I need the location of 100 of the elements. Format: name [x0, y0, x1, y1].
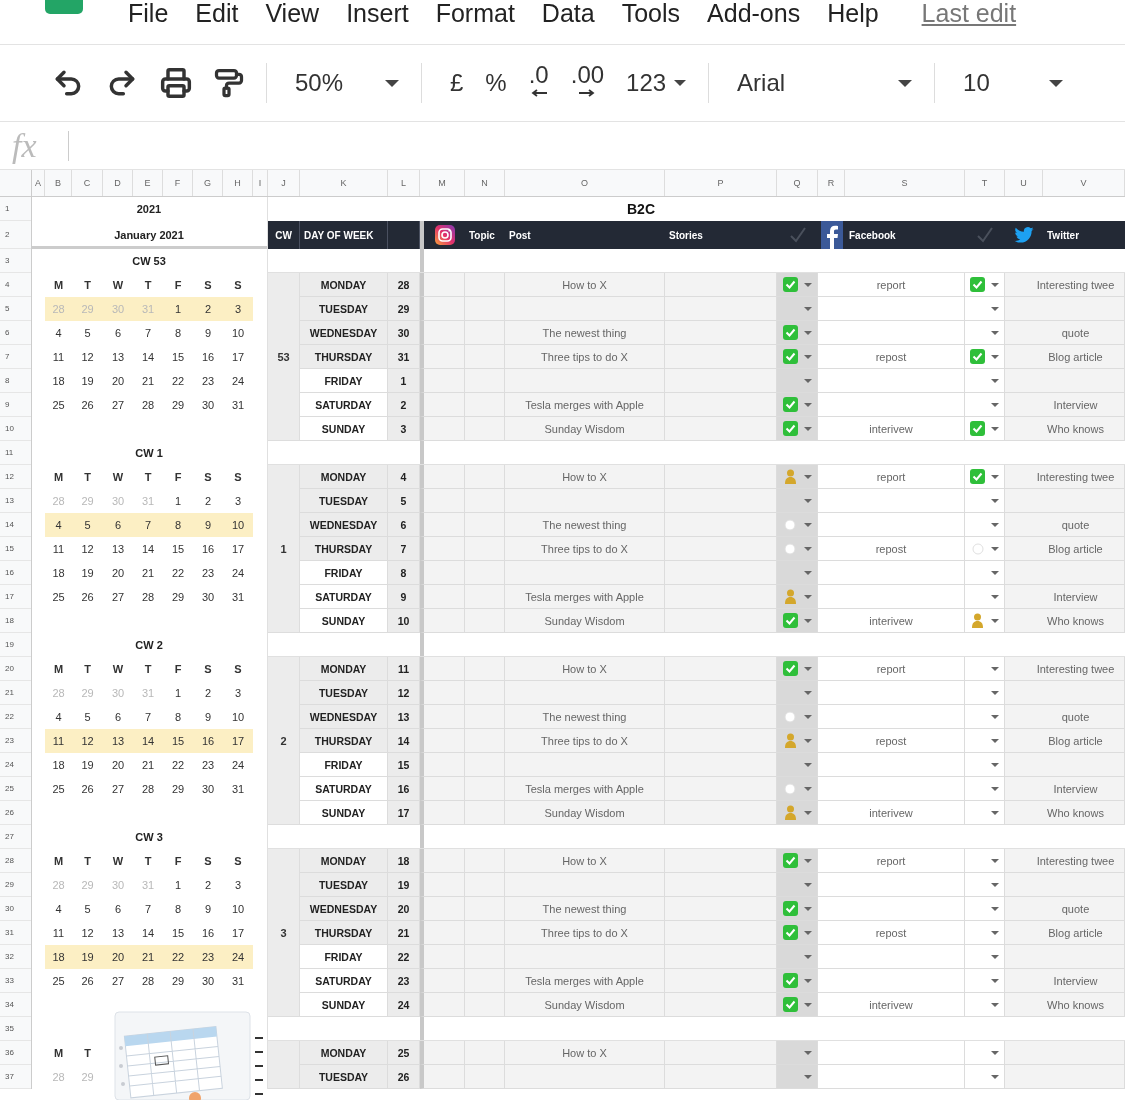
row-number[interactable]: 29 — [0, 873, 31, 897]
column-header[interactable]: Q — [777, 170, 818, 196]
status-dropdown[interactable] — [965, 873, 1005, 897]
status-dropdown[interactable] — [965, 609, 1005, 633]
status-dropdown[interactable] — [777, 801, 818, 825]
row-number[interactable]: 10 — [0, 417, 31, 441]
last-edit-link[interactable]: Last edit — [921, 0, 1017, 26]
status-dropdown[interactable] — [965, 753, 1005, 777]
row-number[interactable]: 4 — [0, 273, 31, 297]
menu-item[interactable]: Edit — [195, 0, 239, 26]
row-number[interactable]: 11 — [0, 441, 31, 465]
status-dropdown[interactable] — [777, 849, 818, 873]
font-dropdown[interactable]: Arial — [737, 63, 913, 103]
column-header[interactable]: U — [1005, 170, 1043, 196]
app-icon[interactable] — [45, 0, 83, 14]
column-header[interactable]: D — [103, 170, 133, 196]
status-dropdown[interactable] — [965, 801, 1005, 825]
column-header[interactable]: T — [965, 170, 1005, 196]
row-number[interactable]: 33 — [0, 969, 31, 993]
row-number[interactable]: 28 — [0, 849, 31, 873]
row-number[interactable]: 6 — [0, 321, 31, 345]
column-header[interactable]: H — [223, 170, 253, 196]
row-number[interactable]: 2 — [0, 221, 31, 249]
status-dropdown[interactable] — [965, 657, 1005, 681]
row-number[interactable]: 19 — [0, 633, 31, 657]
status-dropdown[interactable] — [777, 465, 818, 489]
row-number[interactable]: 21 — [0, 681, 31, 705]
row-number[interactable]: 23 — [0, 729, 31, 753]
row-number[interactable]: 3 — [0, 249, 31, 273]
status-dropdown[interactable] — [965, 537, 1005, 561]
status-dropdown[interactable] — [965, 561, 1005, 585]
row-number[interactable]: 35 — [0, 1017, 31, 1041]
status-dropdown[interactable] — [965, 993, 1005, 1017]
column-header[interactable]: F — [163, 170, 193, 196]
menu-item[interactable]: Add-ons — [707, 0, 801, 26]
percent-button[interactable]: % — [485, 63, 507, 103]
column-header[interactable]: J — [268, 170, 300, 196]
status-dropdown[interactable] — [777, 417, 818, 441]
column-header[interactable]: C — [72, 170, 103, 196]
status-dropdown[interactable] — [965, 489, 1005, 513]
status-dropdown[interactable] — [965, 1065, 1005, 1089]
status-dropdown[interactable] — [777, 993, 818, 1017]
row-number[interactable]: 26 — [0, 801, 31, 825]
row-number[interactable]: 30 — [0, 897, 31, 921]
row-number[interactable]: 16 — [0, 561, 31, 585]
status-dropdown[interactable] — [965, 969, 1005, 993]
status-dropdown[interactable] — [777, 1065, 818, 1089]
row-number[interactable]: 13 — [0, 489, 31, 513]
row-number[interactable]: 17 — [0, 585, 31, 609]
column-header[interactable]: O — [505, 170, 665, 196]
column-header[interactable]: E — [133, 170, 163, 196]
status-dropdown[interactable] — [965, 297, 1005, 321]
row-number[interactable]: 22 — [0, 705, 31, 729]
row-number[interactable]: 9 — [0, 393, 31, 417]
status-dropdown[interactable] — [965, 777, 1005, 801]
menu-item[interactable]: View — [265, 0, 320, 26]
menu-item[interactable]: Tools — [621, 0, 681, 26]
column-header[interactable]: G — [193, 170, 223, 196]
currency-button[interactable]: £ — [450, 63, 464, 103]
status-dropdown[interactable] — [777, 273, 818, 297]
status-dropdown[interactable] — [965, 321, 1005, 345]
row-number[interactable]: 5 — [0, 297, 31, 321]
row-number[interactable]: 1 — [0, 197, 31, 221]
font-size-dropdown[interactable]: 10 — [963, 63, 1064, 103]
row-number[interactable]: 32 — [0, 945, 31, 969]
column-header[interactable]: R — [818, 170, 845, 196]
increase-decimals-button[interactable]: .00 — [570, 61, 605, 105]
column-header[interactable]: V — [1043, 170, 1125, 196]
menu-item[interactable]: Format — [435, 0, 515, 26]
menu-item[interactable]: File — [128, 0, 169, 26]
status-dropdown[interactable] — [777, 657, 818, 681]
menu-item[interactable]: Help — [827, 0, 879, 26]
status-dropdown[interactable] — [965, 417, 1005, 441]
status-dropdown[interactable] — [965, 465, 1005, 489]
status-dropdown[interactable] — [965, 1041, 1005, 1065]
row-number[interactable]: 20 — [0, 657, 31, 681]
status-dropdown[interactable] — [965, 393, 1005, 417]
row-number[interactable]: 37 — [0, 1065, 31, 1089]
row-number[interactable]: 34 — [0, 993, 31, 1017]
number-format-dropdown[interactable]: 123 — [626, 63, 687, 103]
column-header[interactable]: I — [253, 170, 268, 196]
column-header[interactable]: N — [465, 170, 505, 196]
status-dropdown[interactable] — [965, 273, 1005, 297]
zoom-dropdown[interactable]: 50% — [295, 63, 399, 103]
column-header[interactable]: A — [32, 170, 45, 196]
row-number[interactable]: 27 — [0, 825, 31, 849]
status-dropdown[interactable] — [965, 681, 1005, 705]
row-number[interactable]: 14 — [0, 513, 31, 537]
column-header[interactable]: P — [665, 170, 777, 196]
decrease-decimals-button[interactable]: .0 — [528, 61, 549, 105]
status-dropdown[interactable] — [965, 897, 1005, 921]
row-number[interactable]: 18 — [0, 609, 31, 633]
column-header[interactable]: L — [388, 170, 420, 196]
status-dropdown[interactable] — [965, 345, 1005, 369]
status-dropdown[interactable] — [965, 729, 1005, 753]
status-dropdown[interactable] — [965, 585, 1005, 609]
row-number[interactable]: 25 — [0, 777, 31, 801]
status-dropdown[interactable] — [965, 369, 1005, 393]
row-number[interactable]: 31 — [0, 921, 31, 945]
column-header[interactable]: S — [845, 170, 965, 196]
